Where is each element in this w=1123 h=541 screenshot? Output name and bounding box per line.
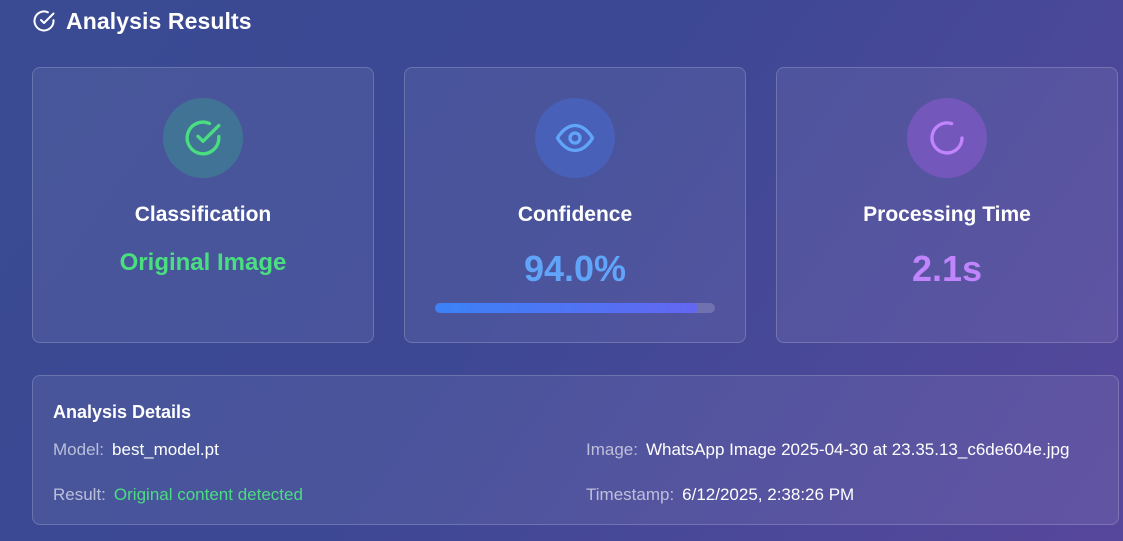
analysis-details-panel: Analysis Details Model: best_model.pt Ima… <box>32 375 1119 525</box>
confidence-value: 94.0% <box>523 248 627 289</box>
result-label: Result: <box>53 485 106 504</box>
image-label: Image: <box>586 440 638 459</box>
loading-spinner-icon <box>930 121 964 155</box>
timestamp-label: Timestamp: <box>586 485 675 504</box>
processing-value: 2.1s <box>911 248 983 289</box>
result-value: Original content detected <box>113 485 303 504</box>
result-row: Result: Original content detected <box>53 485 303 505</box>
check-circle-icon <box>33 10 55 32</box>
details-title: Analysis Details <box>53 402 192 422</box>
results-header: Analysis Results <box>32 6 252 36</box>
confidence-title: Confidence <box>517 203 633 226</box>
eye-icon <box>555 123 595 153</box>
processing-title: Processing Time <box>863 203 1031 226</box>
classification-value: Original Image <box>119 249 287 276</box>
confidence-icon-badge <box>535 98 615 178</box>
page-title: Analysis Results <box>66 7 252 34</box>
processing-icon-badge <box>907 98 987 178</box>
model-label: Model: <box>53 440 105 459</box>
image-row: Image: WhatsApp Image 2025-04-30 at 23.35… <box>586 440 1069 460</box>
timestamp-value: 6/12/2025, 2:38:26 PM <box>682 485 855 504</box>
model-value: best_model.pt <box>112 440 219 459</box>
model-row: Model: best_model.pt <box>53 440 219 460</box>
processing-time-card: Processing Time 2.1s <box>776 67 1118 343</box>
timestamp-row: Timestamp: 6/12/2025, 2:38:26 PM <box>586 485 854 505</box>
image-value: WhatsApp Image 2025-04-30 at 23.35.13_c6… <box>645 440 1070 459</box>
classification-icon-badge <box>163 98 243 178</box>
check-circle-icon <box>185 120 221 156</box>
confidence-progress-fill <box>435 303 699 313</box>
classification-card: Classification Original Image <box>32 67 374 343</box>
classification-title: Classification <box>134 203 272 226</box>
confidence-progress-bar <box>435 303 715 313</box>
confidence-card: Confidence 94.0% <box>404 67 746 343</box>
